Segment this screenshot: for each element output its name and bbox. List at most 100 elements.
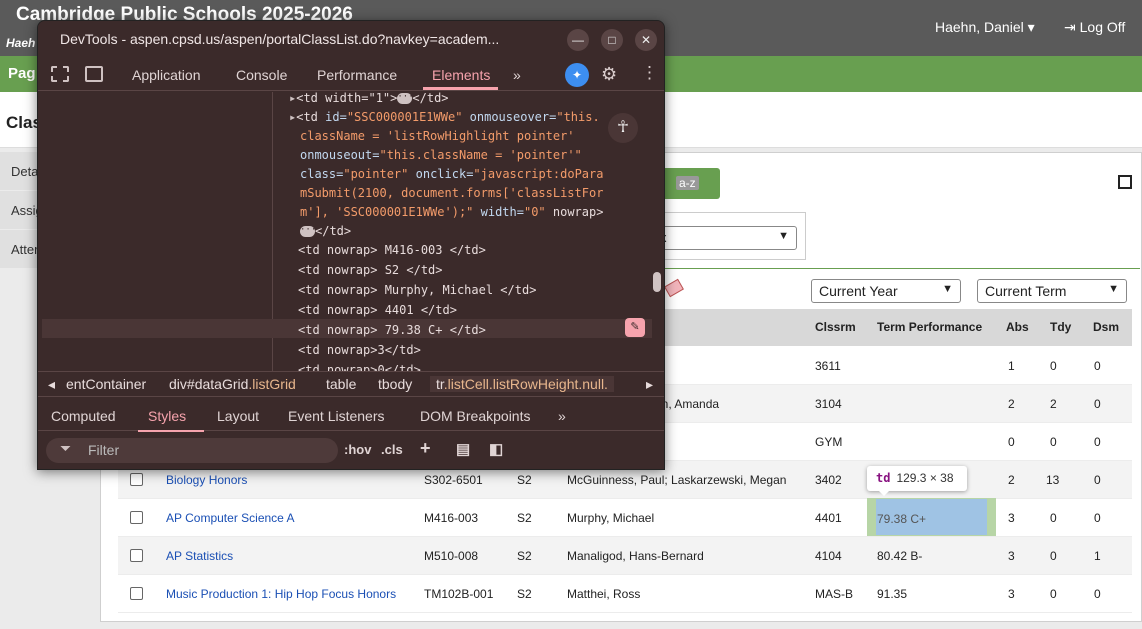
cell-abs: 3: [1008, 511, 1015, 525]
paint-roller-icon[interactable]: ▤: [456, 440, 470, 458]
subtab-styles[interactable]: Styles: [148, 408, 186, 424]
cell-course-link[interactable]: Music Production 1: Hip Hop Focus Honors: [166, 587, 396, 601]
cell-tdy: 13: [1046, 473, 1060, 487]
styles-filter-input[interactable]: Filter: [46, 438, 338, 463]
breadcrumb-left-arrow-icon[interactable]: ◂: [48, 376, 55, 393]
tab-application[interactable]: Application: [132, 67, 201, 83]
col-dsm[interactable]: Dsm: [1093, 320, 1119, 334]
subtab-event-listeners[interactable]: Event Listeners: [288, 408, 385, 424]
logout-icon: ⇥: [1064, 19, 1080, 35]
row-checkbox[interactable]: [130, 587, 143, 600]
term-select-value: Current Term: [985, 283, 1067, 299]
code-line[interactable]: <td nowrap> S2 </td>: [298, 261, 443, 280]
gear-icon[interactable]: ⚙: [601, 64, 617, 85]
close-button[interactable]: ✕: [635, 29, 657, 51]
cell-room: GYM: [815, 435, 843, 449]
breadcrumb-item-selected[interactable]: tr.listCell.listRowHeight.null.: [430, 376, 614, 392]
active-tab-indicator: [423, 87, 498, 90]
code-line[interactable]: mSubmit(2100, document.forms['classListF…: [300, 184, 603, 203]
accessibility-icon[interactable]: ☥: [608, 113, 638, 143]
ellipsis-icon[interactable]: ···: [300, 226, 316, 237]
code-line[interactable]: ···</td>: [300, 222, 351, 241]
more-subtabs-chevron-icon[interactable]: »: [558, 408, 566, 424]
table-row[interactable]: Music Production 1: Hip Hop Focus Honors…: [118, 575, 1132, 613]
scrollbar-thumb[interactable]: [653, 272, 661, 292]
ai-assistant-icon[interactable]: ✦: [565, 63, 589, 87]
cell-course-link[interactable]: AP Computer Science A: [166, 511, 295, 525]
filter-placeholder: Filter: [88, 442, 120, 458]
ellipsis-icon[interactable]: ···: [397, 93, 414, 104]
user-menu[interactable]: Haehn, Daniel ▾: [935, 19, 1035, 36]
breadcrumb-item[interactable]: table: [326, 376, 356, 392]
row-checkbox[interactable]: [130, 511, 143, 524]
year-select[interactable]: Current Year ▼: [811, 279, 961, 303]
breadcrumb-right-arrow-icon[interactable]: ▸: [646, 376, 653, 393]
tooltip-tag: td: [876, 471, 891, 485]
cell-term-performance: 91.35: [877, 587, 908, 601]
cell-room: 3104: [815, 397, 842, 411]
elements-scrollbar[interactable]: [654, 92, 664, 372]
breadcrumb-item[interactable]: entContainer: [66, 376, 146, 392]
hover-state-toggle[interactable]: :hov: [344, 442, 371, 457]
ask-ai-icon[interactable]: ✎: [625, 318, 645, 337]
code-line[interactable]: class="pointer" onclick="javascript:doPa…: [300, 165, 603, 184]
code-line-selected[interactable]: <td nowrap> 79.38 C+ </td>: [298, 321, 486, 340]
more-options-icon[interactable]: ⋮: [641, 63, 658, 83]
col-abs[interactable]: Abs: [1006, 320, 1029, 334]
code-line[interactable]: <td nowrap> M416-003 </td>: [298, 241, 486, 260]
cell-tdy: 0: [1050, 511, 1057, 525]
cell-abs: 3: [1008, 587, 1015, 601]
term-select[interactable]: Current Term ▼: [977, 279, 1127, 303]
chevron-down-icon: ▼: [778, 230, 789, 242]
col-clssrm[interactable]: Clssrm: [815, 320, 856, 334]
subtab-computed[interactable]: Computed: [51, 408, 116, 424]
subtab-layout[interactable]: Layout: [217, 408, 259, 424]
devtools-titlebar[interactable]: DevTools - aspen.cpsd.us/aspen/portalCla…: [38, 21, 664, 58]
cell-course-link[interactable]: Biology Honors: [166, 473, 247, 487]
class-toggle[interactable]: .cls: [381, 442, 403, 457]
more-tabs-chevron-icon[interactable]: »: [513, 67, 521, 83]
cell-term: S2: [517, 587, 532, 601]
col-tdy[interactable]: Tdy: [1050, 320, 1071, 334]
code-line[interactable]: m'], 'SSC000001E1WWe');" width="0" nowra…: [300, 203, 603, 222]
subtab-dom-breakpoints[interactable]: DOM Breakpoints: [420, 408, 530, 424]
device-toolbar-icon[interactable]: [85, 66, 103, 82]
dom-breadcrumb: ◂ entContainer div#dataGrid.listGrid tab…: [38, 371, 664, 397]
col-term-performance[interactable]: Term Performance: [877, 320, 982, 334]
minimize-button[interactable]: —: [567, 29, 589, 51]
code-line[interactable]: onmouseout="this.className = 'pointer'": [300, 146, 582, 165]
toggle-sidebar-icon[interactable]: ◧: [489, 440, 503, 458]
table-row[interactable]: AP Statistics M510-008 S2 Manaligod, Han…: [118, 537, 1132, 575]
cell-teacher: Matthei, Ross: [567, 587, 641, 601]
tab-console[interactable]: Console: [236, 67, 287, 83]
cell-room: 3611: [815, 359, 841, 373]
row-checkbox[interactable]: [130, 473, 143, 486]
filter-select[interactable]: x▼: [655, 226, 797, 250]
code-line[interactable]: <td nowrap> 4401 </td>: [298, 301, 457, 320]
inspect-element-icon[interactable]: [51, 66, 69, 82]
tab-performance[interactable]: Performance: [317, 67, 397, 83]
code-line[interactable]: ▸<td id="SSC000001E1WWe" onmouseover="th…: [289, 108, 600, 127]
row-checkbox[interactable]: [130, 549, 143, 562]
log-off-label: Log Off: [1079, 19, 1126, 35]
cell-term: S2: [517, 511, 532, 525]
cell-tdy: 0: [1050, 587, 1057, 601]
breadcrumb-item[interactable]: tbody: [378, 376, 412, 392]
code-line[interactable]: className = 'listRowHighlight pointer': [300, 127, 575, 146]
breadcrumb-item[interactable]: div#dataGrid.listGrid: [169, 376, 296, 392]
cell-abs: 0: [1008, 435, 1015, 449]
cell-teacher: Manaligod, Hans-Bernard: [567, 549, 704, 563]
tab-elements[interactable]: Elements: [432, 67, 490, 83]
maximize-button[interactable]: □: [601, 29, 623, 51]
elements-tree[interactable]: ▸<td width="1">···</td> ▸<td id="SSC0000…: [274, 92, 654, 372]
cell-dsm: 1: [1094, 549, 1101, 563]
code-line[interactable]: ▸<td width="1">···</td>: [289, 92, 449, 108]
code-line[interactable]: <td nowrap>3</td>: [298, 341, 421, 360]
new-rule-plus-icon[interactable]: +: [420, 438, 431, 459]
log-off-link[interactable]: ⇥ Log Off: [1064, 19, 1125, 36]
code-line[interactable]: <td nowrap> Murphy, Michael </td>: [298, 281, 536, 300]
expand-icon[interactable]: [1118, 175, 1132, 189]
cell-room: 3402: [815, 473, 842, 487]
cell-course-link[interactable]: AP Statistics: [166, 549, 233, 563]
nav-label[interactable]: Pag: [8, 65, 36, 82]
